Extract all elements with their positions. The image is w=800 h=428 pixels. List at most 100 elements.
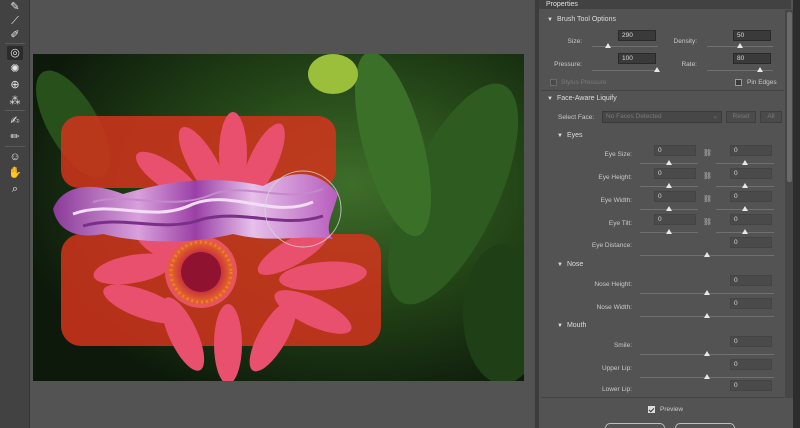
freeze-mask-icon[interactable]: ✍ (7, 114, 23, 128)
section-title-text: Nose (566, 261, 584, 268)
brush-tool-options-header[interactable]: ▼ Brush Tool Options (547, 16, 616, 23)
eye-height-left-input[interactable]: 0 (654, 168, 696, 179)
size-input[interactable]: 290 (618, 30, 656, 41)
image-preview[interactable] (33, 54, 524, 381)
link-icon[interactable]: ⛓ (703, 172, 712, 180)
preview-checkbox[interactable] (648, 406, 655, 413)
smile-thumb[interactable] (704, 351, 710, 356)
eyes-header[interactable]: ▼ Eyes (557, 132, 583, 139)
eye-width-right-input[interactable]: 0 (730, 191, 772, 202)
face-aware-liquify-header[interactable]: ▼ Face-Aware Liquify (547, 95, 617, 102)
push-left-icon[interactable]: ⁂ (7, 94, 23, 108)
eye-tilt-left-input[interactable]: 0 (654, 214, 696, 225)
collapse-triangle-icon[interactable]: ▼ (557, 323, 563, 329)
eye-height-label: Eye Height: (598, 174, 632, 181)
forward-warp-icon[interactable]: ✎ (7, 0, 23, 14)
nose-width-input[interactable]: 0 (730, 298, 772, 309)
select-face-dropdown[interactable]: No Faces Detected ⌄ (602, 111, 722, 123)
pressure-input[interactable]: 100 (618, 53, 656, 64)
bloat-icon[interactable]: ⊕ (7, 78, 23, 92)
pressure-slider-thumb[interactable] (654, 67, 660, 72)
pin-edges-checkbox[interactable] (735, 79, 742, 86)
density-slider-thumb[interactable] (737, 43, 743, 48)
liquify-toolbar: ✎ ⟋ ✐ ◎ ✺ ⊕ ⁂ ✍ ✏ ☺ ✋ ⌕ (0, 0, 30, 428)
upper-lip-input[interactable]: 0 (730, 359, 772, 370)
pressure-slider[interactable] (592, 70, 658, 71)
eye-width-right-thumb[interactable] (742, 206, 748, 211)
face-tool-icon[interactable]: ☺ (7, 150, 23, 164)
stylus-pressure-label: Stylus Pressure (561, 79, 607, 86)
cancel-button[interactable] (605, 423, 665, 428)
size-label: Size: (567, 38, 582, 45)
canvas-area[interactable] (31, 0, 535, 428)
nose-width-thumb[interactable] (704, 313, 710, 318)
upper-lip-label: Upper Lip: (602, 365, 632, 372)
mouth-header[interactable]: ▼ Mouth (557, 322, 586, 329)
pucker-icon[interactable]: ✺ (7, 62, 23, 76)
eye-size-label: Eye Size: (604, 151, 632, 158)
eye-tilt-right-thumb[interactable] (742, 229, 748, 234)
eye-width-left-input[interactable]: 0 (654, 191, 696, 202)
lower-lip-input[interactable]: 0 (730, 380, 772, 391)
zoom-icon[interactable]: ⌕ (7, 182, 23, 196)
rate-slider[interactable] (707, 70, 773, 71)
size-slider[interactable] (592, 46, 658, 47)
right-edge-strip (793, 0, 800, 428)
properties-header: Properties (539, 0, 791, 9)
select-face-label: Select Face: (558, 114, 595, 121)
toolbar-divider (5, 43, 25, 44)
eye-tilt-right-input[interactable]: 0 (730, 214, 772, 225)
section-title-text: Brush Tool Options (556, 16, 616, 23)
hand-icon[interactable]: ✋ (7, 166, 23, 180)
smile-input[interactable]: 0 (730, 336, 772, 347)
size-slider-thumb[interactable] (605, 43, 611, 48)
collapse-triangle-icon[interactable]: ▼ (547, 17, 553, 23)
eye-height-right-thumb[interactable] (742, 183, 748, 188)
collapse-triangle-icon[interactable]: ▼ (557, 262, 563, 268)
all-button[interactable]: All (760, 111, 782, 123)
panel-divider[interactable] (535, 0, 539, 428)
nose-height-thumb[interactable] (704, 290, 710, 295)
smooth-icon[interactable]: ✐ (7, 28, 23, 42)
eye-height-left-thumb[interactable] (666, 183, 672, 188)
upper-lip-thumb[interactable] (704, 374, 710, 379)
nose-height-label: Nose Height: (594, 281, 632, 288)
eye-size-left-thumb[interactable] (666, 160, 672, 165)
lower-lip-label: Lower Lip: (602, 386, 632, 393)
eye-width-left-thumb[interactable] (666, 206, 672, 211)
select-face-value: No Faces Detected (606, 113, 662, 120)
pin-edges-label: Pin Edges (747, 79, 777, 86)
stylus-pressure-checkbox[interactable] (550, 79, 557, 86)
eye-distance-thumb[interactable] (704, 252, 710, 257)
section-divider (541, 90, 784, 91)
eye-size-right-thumb[interactable] (742, 160, 748, 165)
link-icon[interactable]: ⛓ (703, 149, 712, 157)
link-icon[interactable]: ⛓ (703, 218, 712, 226)
nose-header[interactable]: ▼ Nose (557, 261, 583, 268)
eye-height-right-input[interactable]: 0 (730, 168, 772, 179)
ok-button[interactable] (675, 423, 735, 428)
reset-button[interactable]: Reset (726, 111, 756, 123)
rate-input[interactable]: 80 (733, 53, 771, 64)
link-icon[interactable]: ⛓ (703, 195, 712, 203)
rate-slider-thumb[interactable] (757, 67, 763, 72)
flower-artwork (33, 54, 524, 381)
eye-tilt-left-thumb[interactable] (666, 229, 672, 234)
section-title-text: Eyes (566, 132, 583, 139)
section-title-text: Face-Aware Liquify (556, 95, 617, 102)
panel-scrollbar-thumb[interactable] (787, 12, 792, 182)
eye-size-right-input[interactable]: 0 (730, 145, 772, 156)
panel-bottom-divider (541, 397, 784, 398)
thaw-mask-icon[interactable]: ✏ (7, 130, 23, 144)
density-input[interactable]: 50 (733, 30, 771, 41)
collapse-triangle-icon[interactable]: ▼ (557, 133, 563, 139)
reconstruct-icon[interactable]: ⟋ (7, 14, 23, 28)
nose-height-input[interactable]: 0 (730, 275, 772, 286)
pressure-label: Pressure: (554, 61, 582, 68)
eye-width-label: Eye Width: (600, 197, 632, 204)
twirl-icon[interactable]: ◎ (7, 46, 23, 60)
collapse-triangle-icon[interactable]: ▼ (547, 96, 553, 102)
eye-distance-input[interactable]: 0 (730, 237, 772, 248)
preview-label: Preview (660, 406, 684, 413)
eye-size-left-input[interactable]: 0 (654, 145, 696, 156)
